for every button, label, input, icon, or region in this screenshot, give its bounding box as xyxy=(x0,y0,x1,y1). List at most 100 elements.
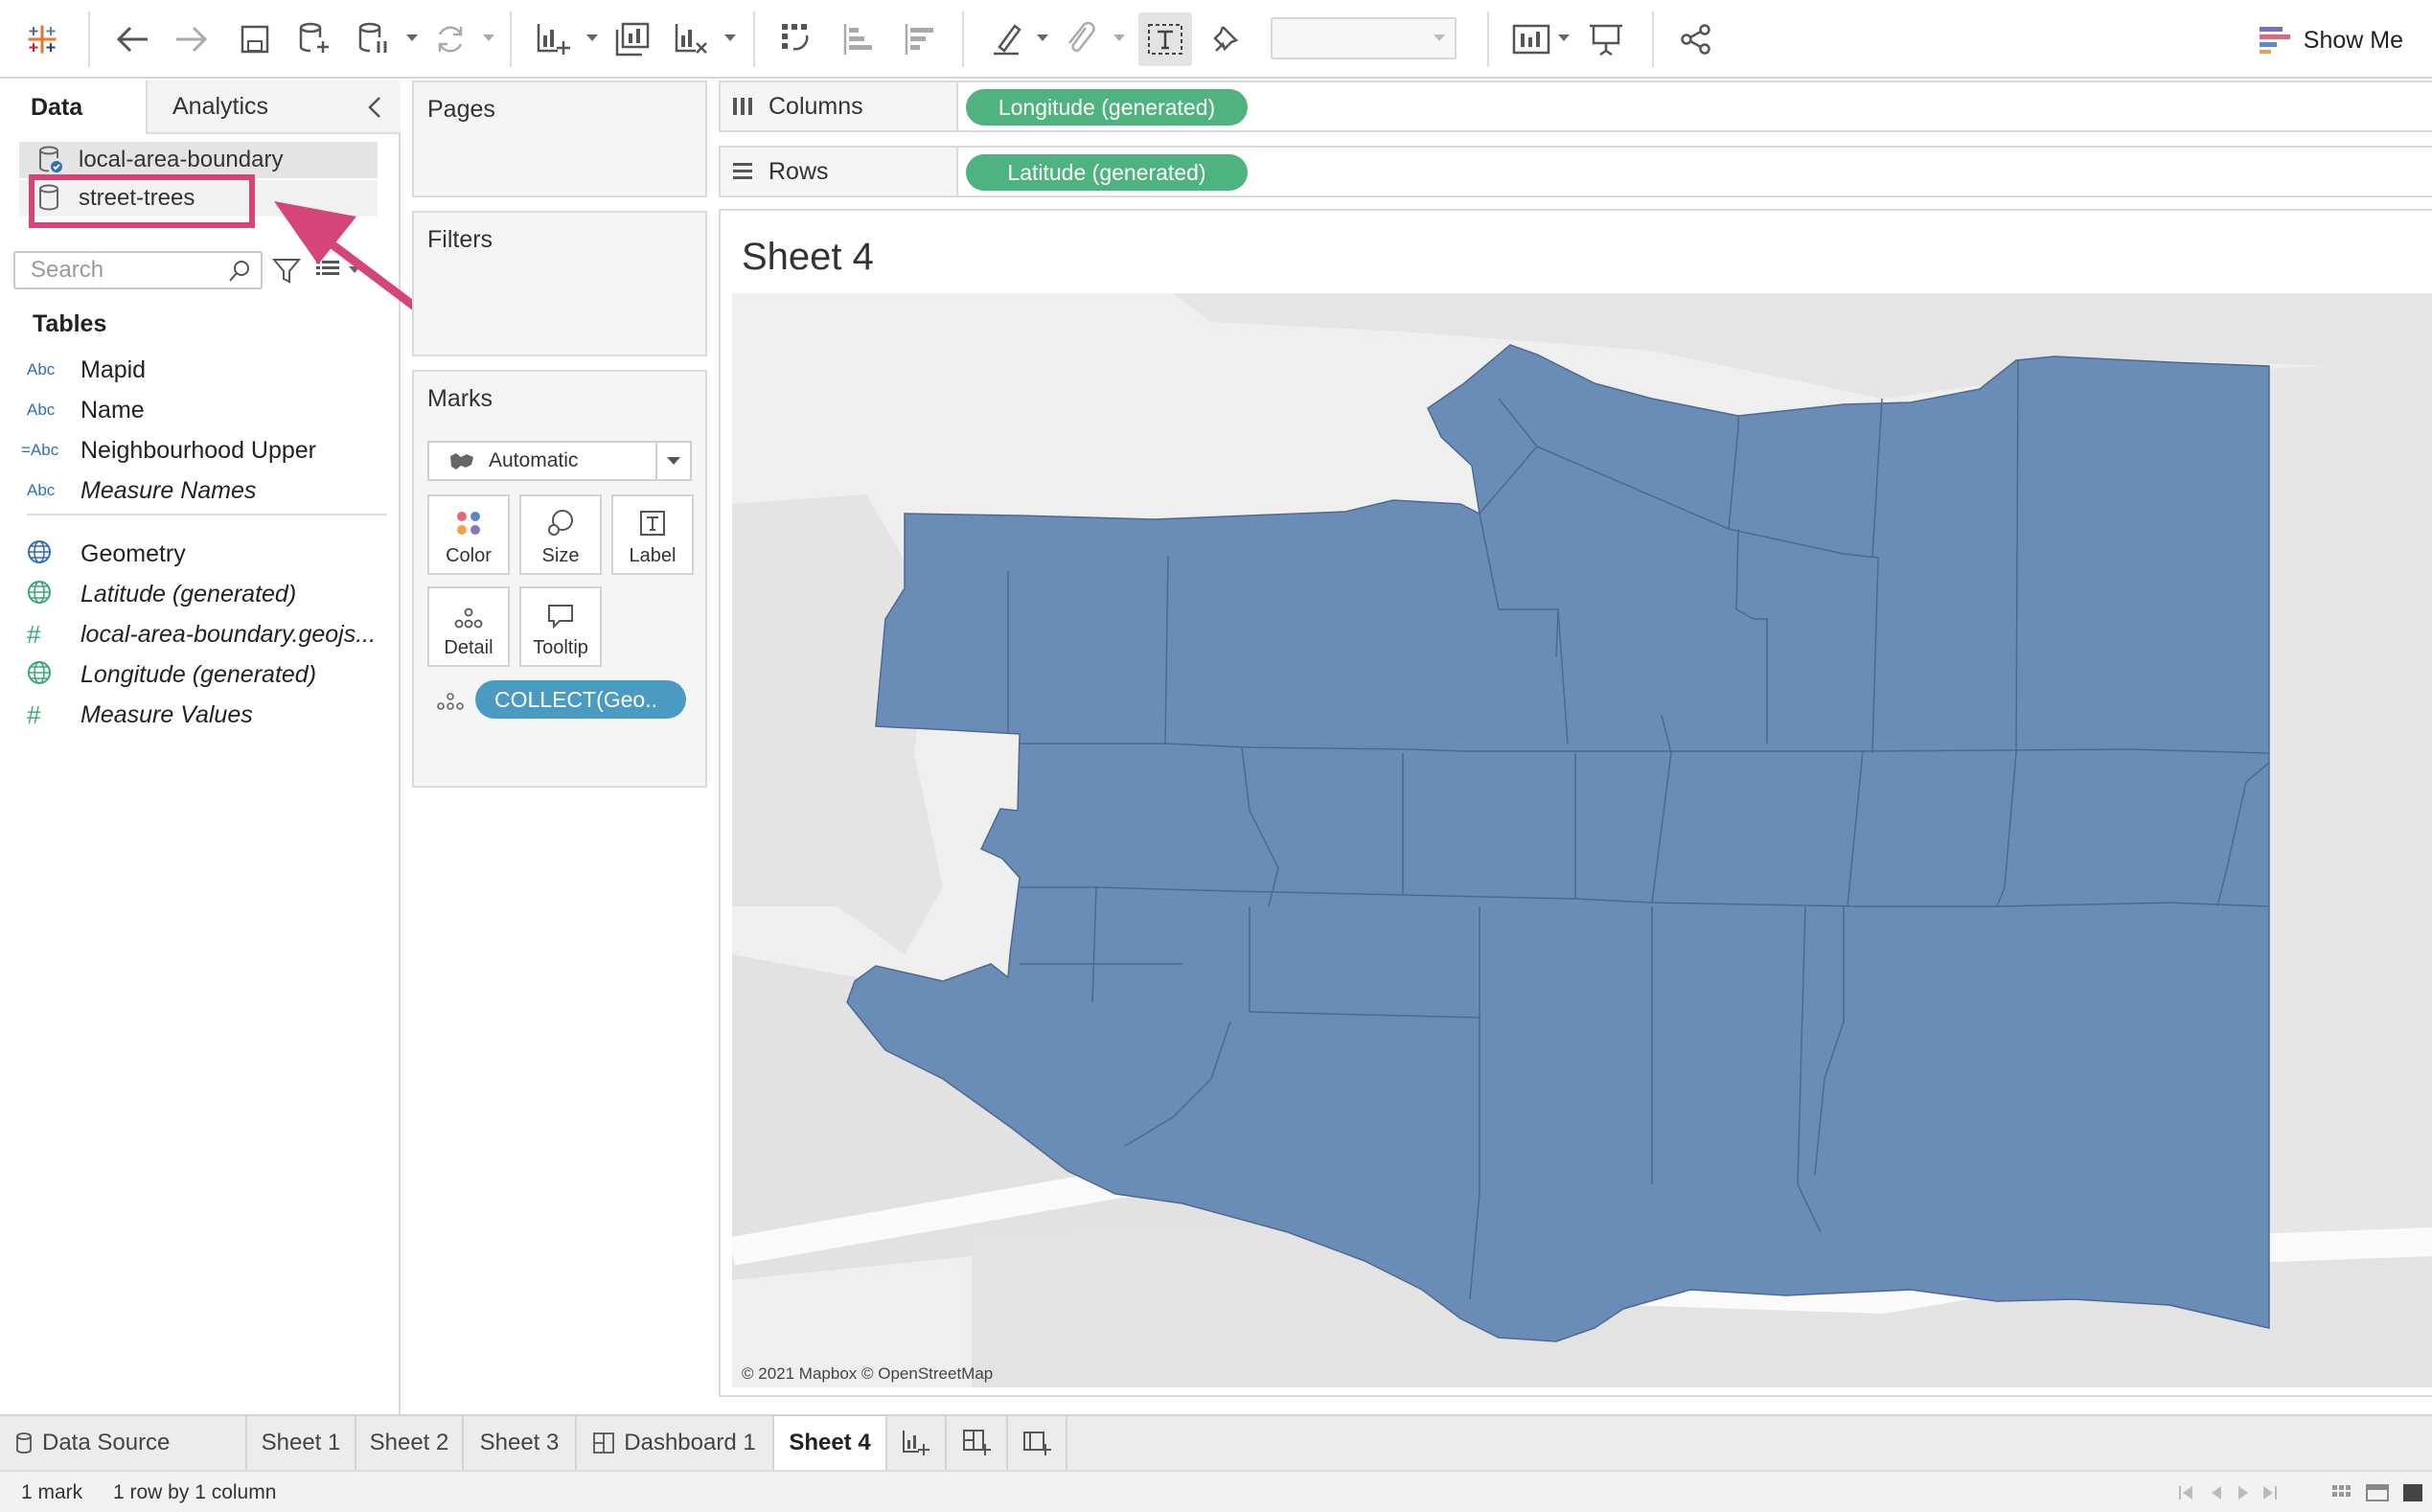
show-me-button[interactable]: Show Me xyxy=(2259,21,2403,59)
sheet-navigation-icons[interactable] xyxy=(2177,1483,2279,1502)
swap-rows-columns-icon[interactable] xyxy=(774,16,820,62)
color-button[interactable]: Color xyxy=(427,494,510,575)
field-latitude-generated[interactable]: Latitude (generated) xyxy=(27,575,296,613)
search-placeholder: Search xyxy=(31,257,104,283)
tab-data-source[interactable]: Data Source xyxy=(0,1416,247,1470)
longitude-pill[interactable]: Longitude (generated) xyxy=(966,89,1248,126)
globe-icon xyxy=(27,539,80,569)
show-cards-dropdown-icon[interactable] xyxy=(1558,34,1570,41)
field-name[interactable]: Abc Name xyxy=(27,391,145,429)
highlight-dropdown-icon[interactable] xyxy=(1037,34,1048,41)
save-icon[interactable] xyxy=(232,16,278,62)
sort-descending-icon[interactable] xyxy=(897,16,943,62)
duplicate-sheet-icon[interactable] xyxy=(609,16,655,62)
field-neighbourhood-upper[interactable]: =Abc Neighbourhood Upper xyxy=(21,431,317,470)
size-button[interactable]: Size xyxy=(519,494,602,575)
tooltip-button[interactable]: Tooltip xyxy=(519,586,602,667)
color-label: Color xyxy=(446,545,492,566)
highlight-icon[interactable] xyxy=(985,16,1031,62)
viz-area: Sheet 4 © 2021 Mapbox © OpenStreetMap xyxy=(719,209,2432,1397)
pause-data-dropdown-icon[interactable] xyxy=(406,34,418,41)
search-icon xyxy=(229,261,249,282)
field-local-area-boundary-geojson[interactable]: # local-area-boundary.geojs... xyxy=(27,615,376,653)
field-label: Name xyxy=(80,396,145,424)
show-cards-icon[interactable] xyxy=(1508,16,1554,62)
group-members-icon[interactable] xyxy=(1058,16,1104,62)
new-dashboard-tab-icon[interactable] xyxy=(947,1416,1008,1470)
status-rows-columns: 1 row by 1 column xyxy=(113,1481,277,1503)
tab-analytics[interactable]: Analytics xyxy=(148,80,401,134)
sort-ascending-icon[interactable] xyxy=(836,16,882,62)
highlight-annotation-box xyxy=(29,174,255,228)
number-type-icon: # xyxy=(27,619,41,649)
pages-shelf[interactable]: Pages xyxy=(412,80,707,197)
new-story-tab-icon[interactable] xyxy=(1008,1416,1067,1470)
size-icon xyxy=(548,510,573,536)
fit-dropdown[interactable] xyxy=(1271,17,1457,59)
tooltip-icon xyxy=(548,605,573,630)
collapse-pane-icon[interactable] xyxy=(364,94,393,123)
field-mapid[interactable]: Abc Mapid xyxy=(27,351,146,389)
fix-axes-pin-icon[interactable] xyxy=(1202,16,1248,62)
tab-label: Sheet 1 xyxy=(261,1430,341,1455)
status-bar: 1 mark 1 row by 1 column xyxy=(0,1470,2432,1512)
field-longitude-generated[interactable]: Longitude (generated) xyxy=(27,655,316,694)
string-type-icon: Abc xyxy=(27,481,56,499)
new-worksheet-tab-icon[interactable] xyxy=(887,1416,947,1470)
active-data-source-icon xyxy=(39,146,62,172)
show-mark-labels-icon[interactable] xyxy=(1138,12,1192,66)
field-label: Neighbourhood Upper xyxy=(80,436,317,464)
detail-button[interactable]: Detail xyxy=(427,586,510,667)
marks-title: Marks xyxy=(427,385,493,412)
dashboard-icon xyxy=(593,1432,615,1454)
view-mode-icons[interactable] xyxy=(2330,1481,2426,1504)
field-measure-names[interactable]: Abc Measure Names xyxy=(27,471,256,510)
refresh-dropdown-icon[interactable] xyxy=(483,34,494,41)
field-label: local-area-boundary.geojs... xyxy=(80,620,377,648)
field-measure-values[interactable]: # Measure Values xyxy=(27,696,253,734)
mark-type-label: Automatic xyxy=(489,449,579,471)
presentation-mode-icon[interactable] xyxy=(1583,16,1629,62)
sheet-title[interactable]: Sheet 4 xyxy=(742,236,874,279)
tableau-logo-icon[interactable] xyxy=(19,16,65,62)
back-icon[interactable] xyxy=(109,16,155,62)
filters-shelf[interactable]: Filters xyxy=(412,211,707,356)
tab-sheet-4[interactable]: Sheet 4 xyxy=(774,1416,887,1470)
field-label: Measure Names xyxy=(80,476,257,504)
tab-sheet-3[interactable]: Sheet 3 xyxy=(464,1416,577,1470)
rows-shelf[interactable]: Rows Latitude (generated) xyxy=(719,146,2432,197)
mark-type-dropdown[interactable]: Automatic xyxy=(427,441,692,481)
clear-sheet-icon[interactable] xyxy=(669,16,715,62)
new-data-source-icon[interactable] xyxy=(291,16,337,62)
collect-geometry-pill[interactable]: COLLECT(Geo.. xyxy=(475,680,686,719)
clear-sheet-dropdown-icon[interactable] xyxy=(724,34,736,41)
map-view[interactable] xyxy=(732,293,2432,1387)
globe-icon xyxy=(27,580,80,609)
tab-data[interactable]: Data xyxy=(0,80,148,134)
tab-label: Sheet 2 xyxy=(369,1430,449,1455)
latitude-pill[interactable]: Latitude (generated) xyxy=(966,154,1248,191)
tab-sheet-2[interactable]: Sheet 2 xyxy=(356,1416,464,1470)
map-mark-icon xyxy=(450,453,473,470)
forward-icon[interactable] xyxy=(169,16,215,62)
columns-shelf-label: Columns xyxy=(721,82,958,130)
pause-data-icon[interactable] xyxy=(351,16,397,62)
tables-heading: Tables xyxy=(33,310,107,337)
chevron-down-icon[interactable] xyxy=(655,443,690,479)
tab-dashboard-1[interactable]: Dashboard 1 xyxy=(577,1416,774,1470)
field-label: Measure Values xyxy=(80,700,253,728)
search-input[interactable]: Search xyxy=(13,251,263,289)
new-worksheet-dropdown-icon[interactable] xyxy=(586,34,598,41)
refresh-icon[interactable] xyxy=(427,16,473,62)
columns-shelf[interactable]: Columns Longitude (generated) xyxy=(719,80,2432,132)
group-dropdown-icon[interactable] xyxy=(1113,34,1125,41)
sheet-tab-bar: Data Source Sheet 1 Sheet 2 Sheet 3 Dash… xyxy=(0,1414,2432,1470)
share-icon[interactable] xyxy=(1673,16,1719,62)
new-worksheet-icon[interactable] xyxy=(531,16,577,62)
field-geometry[interactable]: Geometry xyxy=(27,535,186,573)
tab-label: Sheet 3 xyxy=(479,1430,560,1455)
data-source-local-area-boundary[interactable]: local-area-boundary xyxy=(19,142,378,178)
label-button[interactable]: Label xyxy=(611,494,694,575)
tab-sheet-1[interactable]: Sheet 1 xyxy=(247,1416,356,1470)
fields-divider xyxy=(27,514,387,515)
